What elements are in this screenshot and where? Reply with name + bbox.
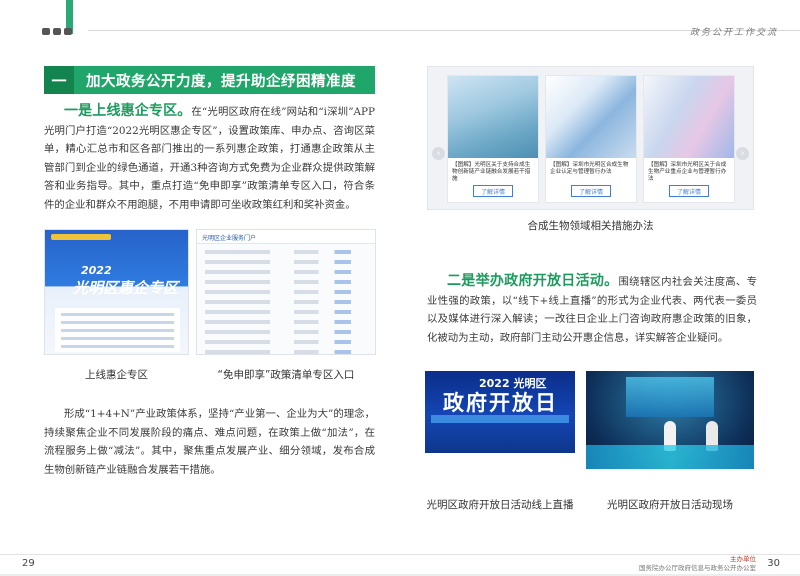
- caption-event-site: 光明区政府开放日活动现场: [607, 499, 733, 511]
- details-button[interactable]: 了解详情: [571, 185, 611, 197]
- event-site-photo: [586, 371, 754, 469]
- paragraph-open-day: 二是举办政府开放日活动。围绕辖区内社会关注度高、专业性强的政策，以“线下+线上直…: [427, 272, 757, 347]
- photo-title-text: 政府开放日: [443, 391, 558, 415]
- section-number: 一: [44, 66, 74, 94]
- policy-carousel: ‹ 【图解】光明区关于支持合成生物创新链产业链融合发展若干措施 了解详情 【图解…: [427, 66, 754, 210]
- chevron-left-icon[interactable]: ‹: [432, 147, 445, 160]
- organizer-name: 国务院办公厅政府信息与政务公开办公室: [639, 564, 756, 572]
- carousel-card[interactable]: 【图解】深圳市光明区合成生物企业认定与管理暂行办法 了解详情: [545, 75, 637, 203]
- details-button[interactable]: 了解详情: [473, 185, 513, 197]
- paragraph-online-zone: 一是上线惠企专区。在“光明区政府在线”网站和“i深圳”APP光明门户打造“202…: [44, 102, 375, 214]
- screenshot-panel: [55, 308, 180, 352]
- paragraph-highlight: 二是举办政府开放日活动。: [447, 273, 619, 289]
- organizer-label: 主办单位: [730, 555, 756, 563]
- page-number-right: 30: [767, 558, 780, 569]
- card-title: 【图解】深圳市光明区合成生物企业认定与管理暂行办法: [550, 162, 629, 175]
- screenshot-headline: 2022 光明区惠企专区: [73, 264, 179, 297]
- paragraph-policy-system: 形成“1+4+N”产业政策体系，坚持“产业第一、企业为大”的理念，持续聚焦企业不…: [44, 408, 375, 476]
- card-title: 【图解】深圳市光明区关于合成生物产业重点企业与管理暂行办法: [648, 162, 727, 182]
- caption-livestream: 光明区政府开放日活动线上直播: [426, 499, 574, 511]
- details-button[interactable]: 了解详情: [669, 185, 709, 197]
- card-image: [546, 76, 636, 158]
- footer-organizer: 主办单位 国务院办公厅政府信息与政务公开办公室: [639, 555, 756, 573]
- section-title: 加大政务公开力度，提升助企纾困精准度: [86, 73, 356, 90]
- policy-list-screenshot: 光明区企业服务门户: [196, 229, 376, 355]
- page-number-left: 29: [22, 558, 35, 569]
- portal-header: 光明区企业服务门户: [197, 230, 375, 244]
- carousel-card[interactable]: 【图解】光明区关于支持合成生物创新链产业链融合发展若干措施 了解详情: [447, 75, 539, 203]
- column-title: 政务公开工作交流: [689, 28, 778, 38]
- paragraph-text: 在“光明区政府在线”网站和“i深圳”APP光明门户打造“2022光明区惠企专区”…: [44, 106, 375, 211]
- section-banner: 一 加大政务公开力度，提升助企纾困精准度: [44, 66, 375, 94]
- benefit-zone-screenshot: 2022 光明区惠企专区: [44, 229, 189, 355]
- carousel-card[interactable]: 【图解】深圳市光明区关于合成生物产业重点企业与管理暂行办法 了解详情: [643, 75, 735, 203]
- paragraph-highlight: 一是上线惠企专区。: [64, 103, 192, 119]
- livestream-photo: 2022 光明区 政府开放日: [425, 371, 575, 469]
- caption-carousel: 合成生物领域相关措施办法: [527, 220, 654, 232]
- card-image: [448, 76, 538, 158]
- card-title: 【图解】光明区关于支持合成生物创新链产业链融合发展若干措施: [452, 162, 531, 182]
- site-logo: [51, 234, 111, 240]
- header-dots: [42, 28, 72, 35]
- card-image: [644, 76, 734, 158]
- caption-policy-entry: “免申即享”政策清单专区入口: [217, 369, 355, 381]
- caption-benefit-zone: 上线惠企专区: [85, 369, 148, 381]
- chevron-right-icon[interactable]: ›: [736, 147, 749, 160]
